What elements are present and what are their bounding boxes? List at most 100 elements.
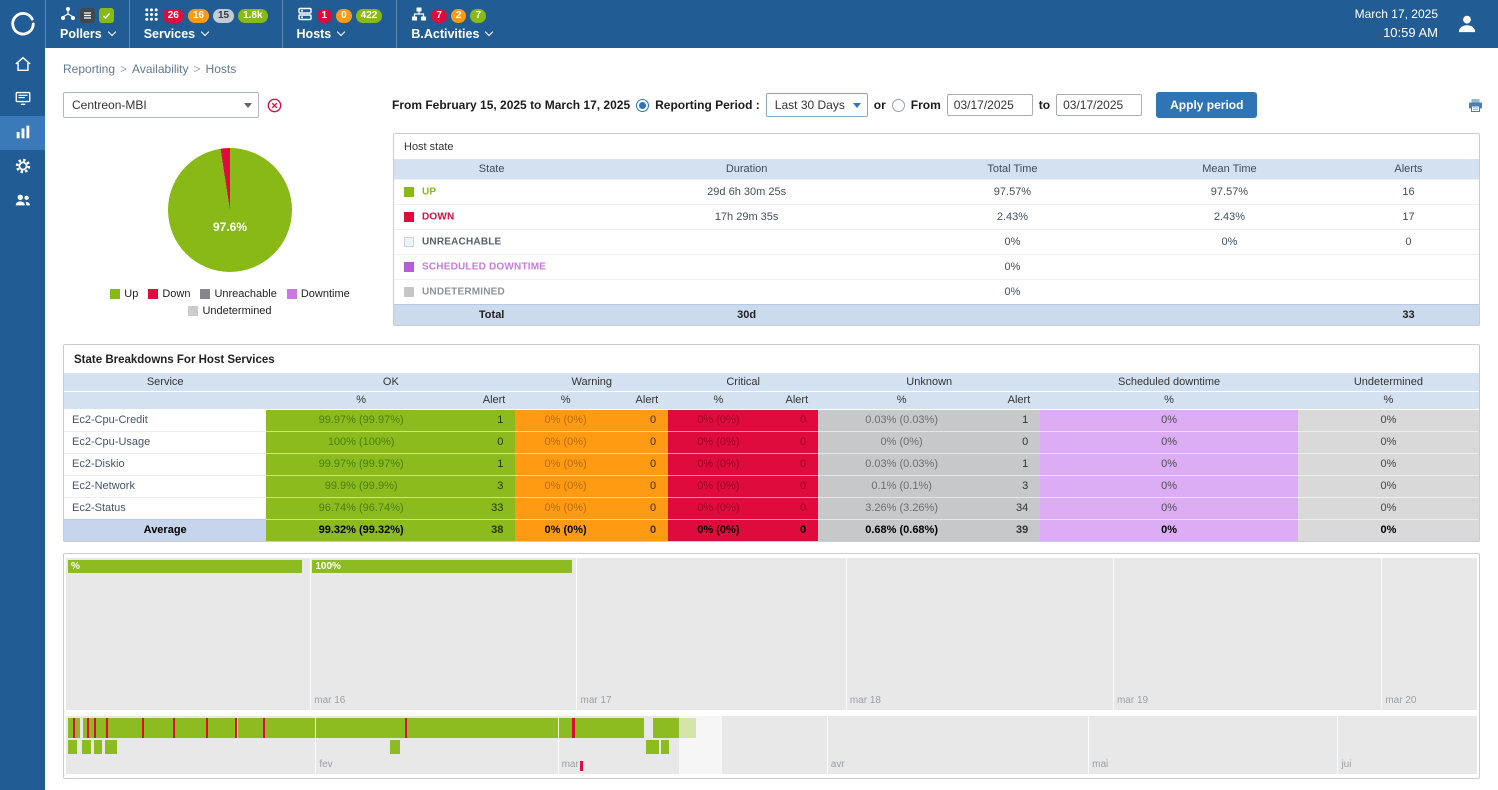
bd-subheader-blank [64, 391, 266, 409]
hosts-down-badge[interactable]: 1 [317, 9, 333, 23]
pollers-database-chip[interactable] [80, 8, 95, 23]
main-content: Reporting>Availability>Hosts Centreon-MB… [45, 48, 1498, 790]
breadcrumb-availability[interactable]: Availability [132, 62, 188, 76]
legend-label: Down [162, 288, 190, 300]
breadcrumb: Reporting>Availability>Hosts [63, 62, 236, 76]
hosts-up-badge[interactable]: 422 [356, 9, 383, 23]
state-color-swatch [404, 262, 414, 272]
bd-subheader: Alert [616, 391, 668, 409]
activity-segment [105, 740, 117, 754]
activity-segment [390, 740, 400, 754]
pollers-latency-chip[interactable] [99, 8, 114, 23]
warn-alert-cell: 0 [616, 431, 668, 453]
gear-icon [14, 157, 32, 178]
sched-pct-cell: 0% [1040, 453, 1298, 475]
month-label: mar [558, 759, 579, 770]
services-critical-badge[interactable]: 26 [163, 9, 184, 23]
services-ok-badge[interactable]: 1.8k [238, 9, 267, 23]
ok-pct-cell: 99.97% (99.97%) [266, 453, 456, 475]
hosts-unreachable-badge[interactable]: 0 [336, 9, 352, 23]
user-profile-icon[interactable] [1454, 11, 1480, 37]
sched-pct-cell: 0% [1040, 497, 1298, 519]
host-state-tbody: UP29d 6h 30m 25s97.57%97.57%16DOWN17h 29… [394, 179, 1479, 325]
legend-swatch [148, 289, 158, 299]
unk-pct-cell: 0% (0%) [818, 431, 985, 453]
crit-alert-cell: 0 [769, 497, 819, 519]
timeline-mini-graph[interactable]: fevmaravrmaijui [66, 716, 1477, 774]
sidebar-item-monitoring[interactable] [0, 82, 45, 116]
export-report-icon[interactable] [1467, 97, 1484, 113]
unk-pct-cell: 0.1% (0.1%) [818, 475, 985, 497]
month-label: avr [827, 759, 845, 770]
services-warning-badge[interactable]: 16 [188, 9, 209, 23]
timeline-selection-window[interactable] [679, 716, 722, 774]
pie-percentage-label: 97.6% [168, 220, 292, 234]
warn-alert-cell: 0 [616, 497, 668, 519]
header-duration: Duration [589, 159, 904, 179]
mean-time-cell: 2.43% [1121, 204, 1338, 229]
to-date-input[interactable] [1056, 94, 1142, 116]
from-date-input[interactable] [947, 94, 1033, 116]
bd-group-header: Service [64, 373, 266, 391]
crit-pct-cell: 0% (0%) [668, 475, 768, 497]
mini-band-secondary [66, 740, 1477, 754]
monitoring-console-icon [14, 89, 32, 110]
period-select-wrap: Last 30 Days [766, 93, 868, 117]
state-label: UP [422, 186, 436, 197]
unk-alert-cell: 39 [985, 519, 1040, 541]
current-date: March 17, 2025 [1355, 5, 1438, 24]
period-select[interactable]: Last 30 Days [766, 93, 868, 117]
nav-business-activities[interactable]: 7 2 7 B.Activities [396, 0, 506, 48]
mean-time-cell [1121, 279, 1338, 304]
bd-group-header: Scheduled downtime [1040, 373, 1298, 391]
availability-pie-chart[interactable]: 97.6% [168, 148, 292, 272]
availability-timeline-panel: %100%mar 16mar 17mar 18mar 19mar 20 fevm… [63, 553, 1480, 779]
services-pending-badge[interactable]: 15 [213, 9, 234, 23]
sidebar-item-administration[interactable] [0, 184, 45, 218]
ok-pct-cell: 100% (100%) [266, 431, 456, 453]
centreon-logo[interactable] [0, 0, 45, 48]
sidebar-item-reporting[interactable] [0, 116, 45, 150]
timeline-main-graph[interactable]: %100%mar 16mar 17mar 18mar 19mar 20 [66, 558, 1477, 710]
breadcrumb-reporting[interactable]: Reporting [63, 62, 115, 76]
breadcrumb-hosts[interactable]: Hosts [206, 62, 237, 76]
sidebar-item-home[interactable] [0, 48, 45, 82]
ba-ok-badge[interactable]: 7 [470, 9, 486, 23]
day-label: mar 20 [1381, 695, 1416, 706]
ba-warning-badge[interactable]: 2 [451, 9, 467, 23]
host-group-select[interactable]: Centreon-MBI [63, 92, 259, 118]
nav-services[interactable]: 26 16 15 1.8k Services [129, 0, 282, 48]
bd-group-header: Unknown [818, 373, 1040, 391]
state-color-swatch [404, 237, 414, 247]
crit-pct-cell: 0% (0%) [668, 497, 768, 519]
bd-subheader: % [515, 391, 615, 409]
undet-pct-cell: 0% [1298, 453, 1479, 475]
day-gridline [846, 558, 847, 710]
reporting-period-radio[interactable] [636, 99, 649, 112]
total-time-cell: 0% [904, 229, 1121, 254]
ba-critical-badge[interactable]: 7 [431, 9, 447, 23]
clear-filter-icon[interactable] [267, 98, 282, 113]
bd-subheader: Alert [985, 391, 1040, 409]
up-segment [265, 718, 405, 738]
bd-subheader: Alert [456, 391, 515, 409]
activity-segment [82, 740, 91, 754]
custom-period-radio[interactable] [892, 99, 905, 112]
or-label: or [874, 98, 886, 112]
home-icon [14, 55, 32, 76]
duration-cell: 17h 29m 35s [589, 204, 904, 229]
apply-period-button[interactable]: Apply period [1156, 92, 1257, 118]
nav-pollers[interactable]: Pollers [45, 0, 129, 48]
crit-alert-cell: 0 [769, 475, 819, 497]
up-segment [208, 718, 236, 738]
total-time-cell: 0% [904, 279, 1121, 304]
ok-alert-cell: 1 [456, 453, 515, 475]
centreon-logo-icon [10, 11, 36, 37]
bd-group-header: Critical [668, 373, 818, 391]
nav-hosts[interactable]: 1 0 422 Hosts [282, 0, 397, 48]
activity-segment [646, 740, 659, 754]
breadcrumb-separator: > [120, 62, 127, 76]
sidebar-item-configuration[interactable] [0, 150, 45, 184]
state-cell: UP [394, 179, 589, 204]
current-time: 10:59 AM [1355, 23, 1438, 43]
